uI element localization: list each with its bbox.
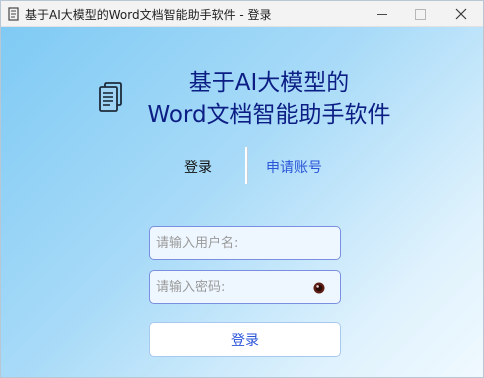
app-title: 基于AI大模型的 Word文档智能助手软件	[129, 67, 409, 131]
tab-login[interactable]: 登录	[184, 157, 212, 177]
close-button[interactable]	[442, 1, 480, 27]
app-document-icon	[8, 7, 19, 21]
title-bar: 基于AI大模型的Word文档智能助手软件 - 登录	[1, 1, 483, 27]
tab-divider	[245, 147, 247, 184]
window-title: 基于AI大模型的Word文档智能助手软件 - 登录	[25, 8, 272, 22]
minimize-button[interactable]	[363, 1, 401, 27]
close-icon	[455, 8, 467, 20]
maximize-icon	[414, 8, 426, 20]
username-input[interactable]	[149, 226, 341, 260]
login-panel: 基于AI大模型的 Word文档智能助手软件 登录 申请账号 登录	[1, 27, 483, 377]
tab-register[interactable]: 申请账号	[266, 157, 322, 177]
minimize-icon	[377, 13, 387, 15]
maximize-button[interactable]	[401, 1, 439, 27]
app-title-line-2: Word文档智能助手软件	[147, 102, 391, 128]
login-window: 基于AI大模型的Word文档智能助手软件 - 登录 基于AI大模型的 Word文…	[0, 0, 484, 378]
eye-icon[interactable]	[312, 281, 326, 295]
login-button[interactable]: 登录	[149, 322, 341, 357]
document-stack-icon	[99, 82, 122, 112]
app-title-line-1: 基于AI大模型的	[188, 70, 350, 96]
